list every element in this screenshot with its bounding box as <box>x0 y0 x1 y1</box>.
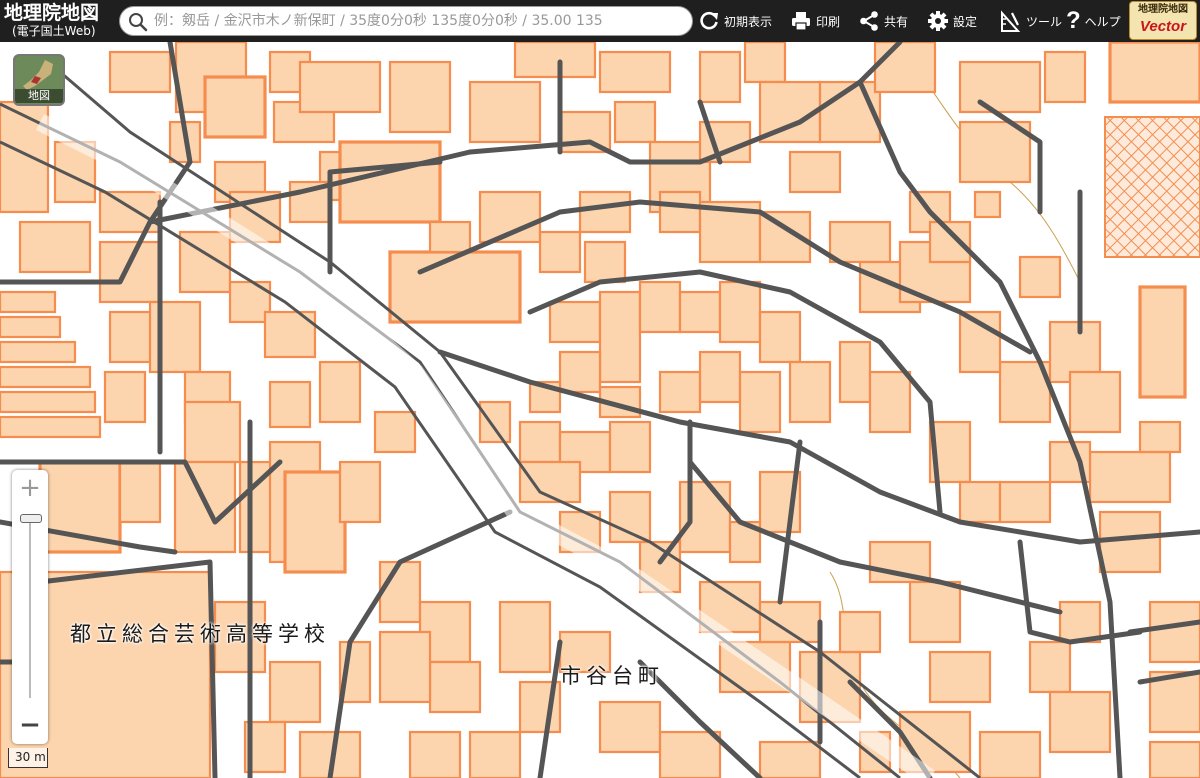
print-button[interactable]: 印刷 <box>790 0 840 42</box>
search-box[interactable] <box>119 6 693 36</box>
help-button[interactable]: ? ヘルプ <box>1066 0 1121 42</box>
scale-bar: 30 m <box>8 748 48 768</box>
reset-view-label: 初期表示 <box>724 14 773 29</box>
share-icon <box>860 11 878 31</box>
search-icon <box>129 13 148 32</box>
zoom-control: + − <box>12 470 48 744</box>
app-subtitle: (電子国土Web) <box>12 24 96 38</box>
tools-button[interactable]: ツール <box>998 0 1062 42</box>
share-label: 共有 <box>884 14 909 29</box>
gear-icon <box>928 11 948 31</box>
share-button[interactable]: 共有 <box>858 0 908 42</box>
school-label: 都立総合芸術高等学校 <box>70 622 330 646</box>
scale-label: 30 m <box>15 750 46 764</box>
zoom-out-button[interactable]: − <box>12 708 48 744</box>
settings-label: 設定 <box>953 14 978 29</box>
town-label: 市谷台町 <box>560 664 664 688</box>
vector-map-badge[interactable]: 地理院地図 Vector <box>1129 1 1197 40</box>
app-logo[interactable]: 地理院地図 (電子国土Web) <box>4 2 112 40</box>
zoom-slider-track[interactable] <box>29 514 31 698</box>
print-label: 印刷 <box>816 14 841 29</box>
base-map-label: 地図 <box>15 89 63 103</box>
search-input[interactable] <box>154 7 689 35</box>
help-label: ヘルプ <box>1084 14 1121 29</box>
settings-button[interactable]: 設定 <box>927 0 977 42</box>
app-title: 地理院地図 <box>4 2 100 24</box>
zoom-in-button[interactable]: + <box>12 470 48 506</box>
compass-ruler-icon <box>1001 10 1021 32</box>
vector-badge-word: Vector <box>1139 18 1187 35</box>
help-icon: ? <box>1066 7 1081 34</box>
top-toolbar: 地理院地図 (電子国土Web) 初期表示 印刷 共有 <box>0 0 1200 42</box>
map-canvas[interactable]: 都立総合芸術高等学校 市谷台町 地図 + − 30 m <box>0 42 1200 778</box>
tools-label: ツール <box>1026 14 1063 29</box>
printer-icon <box>792 12 810 31</box>
refresh-icon <box>700 11 718 30</box>
reset-view-button[interactable]: 初期表示 <box>698 0 772 42</box>
vector-badge-title: 地理院地図 <box>1138 4 1188 15</box>
zoom-slider-handle[interactable] <box>20 514 42 523</box>
base-map-button[interactable]: 地図 <box>13 54 65 106</box>
